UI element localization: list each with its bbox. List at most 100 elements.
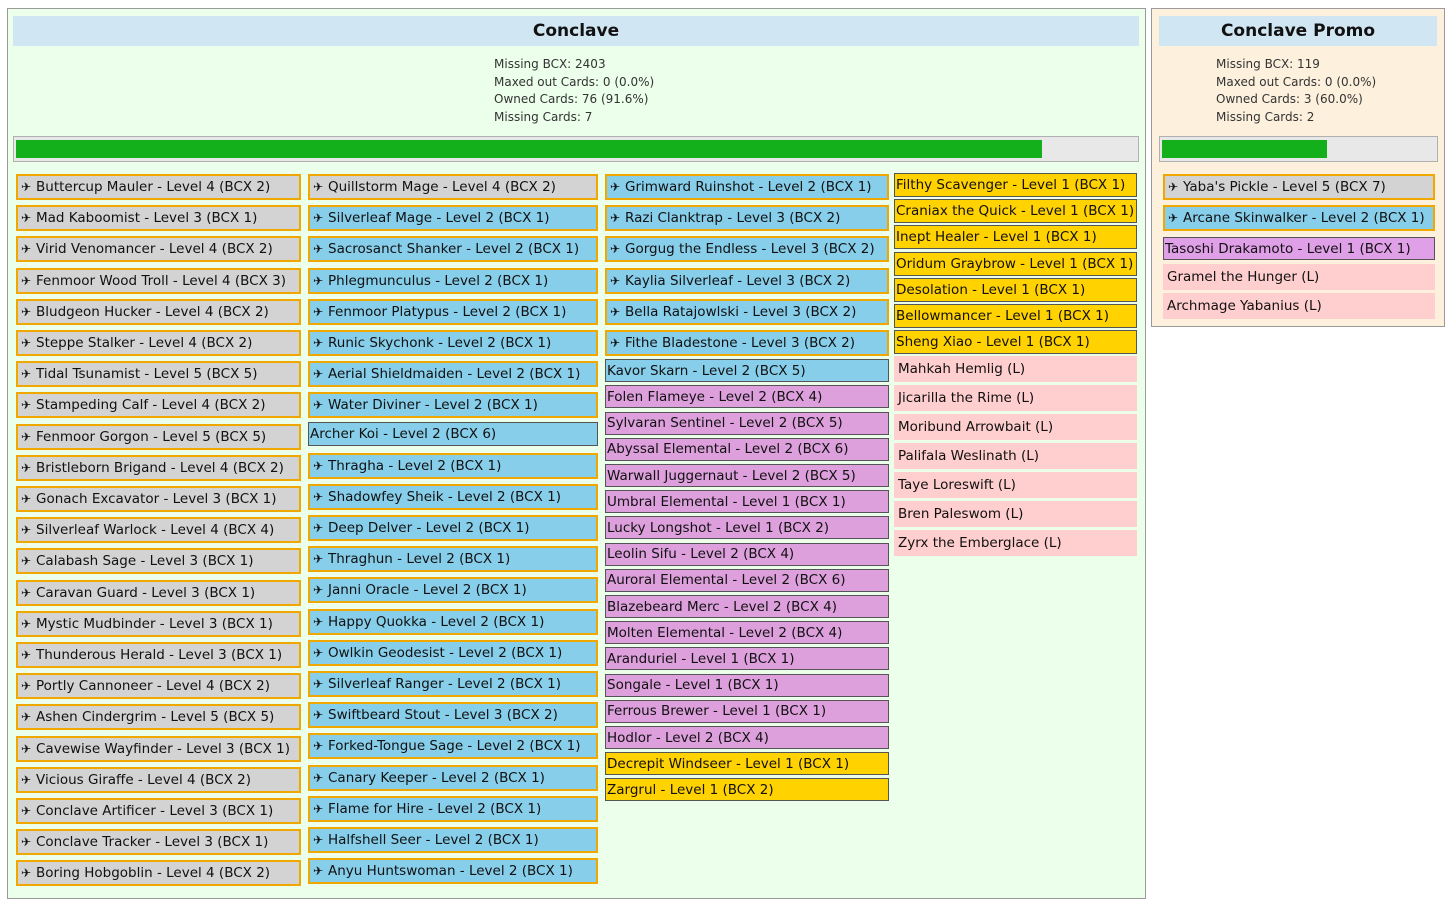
- card-item[interactable]: ✈ Halfshell Seer - Level 2 (BCX 1): [308, 827, 598, 853]
- pushpin-icon[interactable]: ✈: [18, 461, 34, 475]
- card-item[interactable]: Songale - Level 1 (BCX 1): [605, 673, 889, 697]
- card-item[interactable]: ✈ Flame for Hire - Level 2 (BCX 1): [308, 795, 598, 822]
- card-item[interactable]: Taye Loreswift (L): [894, 472, 1137, 498]
- card-item[interactable]: Bellowmancer - Level 1 (BCX 1): [894, 304, 1137, 328]
- pushpin-icon[interactable]: ✈: [607, 242, 623, 256]
- card-item[interactable]: ✈ Fenmoor Platypus - Level 2 (BCX 1): [308, 298, 598, 325]
- card-item[interactable]: Bren Paleswom (L): [894, 500, 1137, 527]
- pushpin-icon[interactable]: ✈: [18, 866, 34, 880]
- pushpin-icon[interactable]: ✈: [310, 521, 326, 535]
- card-item[interactable]: ✈ Stampeding Calf - Level 4 (BCX 2): [16, 392, 301, 419]
- card-item[interactable]: ✈ Silverleaf Warlock - Level 4 (BCX 4): [16, 517, 301, 544]
- card-item[interactable]: ✈ Swiftbeard Stout - Level 3 (BCX 2): [308, 702, 598, 729]
- pushpin-icon[interactable]: ✈: [310, 305, 326, 319]
- pushpin-icon[interactable]: ✈: [18, 242, 34, 256]
- pushpin-icon[interactable]: ✈: [18, 773, 34, 787]
- pushpin-icon[interactable]: ✈: [18, 430, 34, 444]
- card-item[interactable]: ✈ Gonach Excavator - Level 3 (BCX 1): [16, 486, 301, 512]
- card-item[interactable]: Filthy Scavenger - Level 1 (BCX 1): [894, 173, 1137, 197]
- card-item[interactable]: ✈ Sacrosanct Shanker - Level 2 (BCX 1): [308, 236, 598, 263]
- pushpin-icon[interactable]: ✈: [310, 336, 326, 350]
- pushpin-icon[interactable]: ✈: [18, 710, 34, 724]
- pushpin-icon[interactable]: ✈: [607, 305, 623, 319]
- card-item[interactable]: ✈ Deep Delver - Level 2 (BCX 1): [308, 515, 598, 541]
- card-item[interactable]: Gramel the Hunger (L): [1163, 264, 1435, 290]
- card-item[interactable]: ✈ Grimward Ruinshot - Level 2 (BCX 1): [605, 174, 889, 200]
- card-item[interactable]: ✈ Water Diviner - Level 2 (BCX 1): [308, 392, 598, 419]
- pushpin-icon[interactable]: ✈: [310, 833, 326, 847]
- pushpin-icon[interactable]: ✈: [310, 708, 326, 722]
- card-item[interactable]: ✈ Calabash Sage - Level 3 (BCX 1): [16, 548, 301, 575]
- pushpin-icon[interactable]: ✈: [310, 274, 326, 288]
- card-item[interactable]: ✈ Virid Venomancer - Level 4 (BCX 2): [16, 236, 301, 263]
- card-item[interactable]: ✈ Shadowfey Sheik - Level 2 (BCX 1): [308, 483, 598, 510]
- card-item[interactable]: Mahkah Hemlig (L): [894, 356, 1137, 383]
- card-item[interactable]: ✈ Silverleaf Ranger - Level 2 (BCX 1): [308, 671, 598, 697]
- card-item[interactable]: Tasoshi Drakamoto - Level 1 (BCX 1): [1163, 237, 1435, 260]
- card-item[interactable]: ✈ Forked-Tongue Sage - Level 2 (BCX 1): [308, 733, 598, 760]
- card-item[interactable]: ✈ Cavewise Wayfinder - Level 3 (BCX 1): [16, 735, 301, 762]
- pushpin-icon[interactable]: ✈: [310, 615, 326, 629]
- card-item[interactable]: ✈ Conclave Artificer - Level 3 (BCX 1): [16, 798, 301, 824]
- card-item[interactable]: ✈ Happy Quokka - Level 2 (BCX 1): [308, 608, 598, 635]
- pushpin-icon[interactable]: ✈: [18, 586, 34, 600]
- pushpin-icon[interactable]: ✈: [18, 742, 34, 756]
- card-item[interactable]: Zargrul - Level 1 (BCX 2): [605, 778, 889, 802]
- card-item[interactable]: Inept Healer - Level 1 (BCX 1): [894, 225, 1137, 250]
- pushpin-icon[interactable]: ✈: [1165, 211, 1181, 225]
- pushpin-icon[interactable]: ✈: [607, 336, 623, 350]
- card-item[interactable]: Hodlor - Level 2 (BCX 4): [605, 726, 889, 749]
- card-item[interactable]: ✈ Gorgug the Endless - Level 3 (BCX 2): [605, 236, 889, 263]
- card-item[interactable]: Jicarilla the Rime (L): [894, 385, 1137, 412]
- card-item[interactable]: ✈ Thraghun - Level 2 (BCX 1): [308, 546, 598, 573]
- pushpin-icon[interactable]: ✈: [607, 274, 623, 288]
- pushpin-icon[interactable]: ✈: [310, 242, 326, 256]
- card-item[interactable]: Warwall Juggernaut - Level 2 (BCX 5): [605, 464, 889, 487]
- pushpin-icon[interactable]: ✈: [18, 211, 34, 225]
- card-item[interactable]: Sylvaran Sentinel - Level 2 (BCX 5): [605, 411, 889, 435]
- pushpin-icon[interactable]: ✈: [18, 648, 34, 662]
- card-item[interactable]: Aranduriel - Level 1 (BCX 1): [605, 647, 889, 671]
- card-item[interactable]: ✈ Phlegmunculus - Level 2 (BCX 1): [308, 267, 598, 294]
- pushpin-icon[interactable]: ✈: [18, 492, 34, 506]
- card-item[interactable]: Abyssal Elemental - Level 2 (BCX 6): [605, 437, 889, 461]
- card-item[interactable]: Decrepit Windseer - Level 1 (BCX 1): [605, 752, 889, 776]
- card-item[interactable]: ✈ Mad Kaboomist - Level 3 (BCX 1): [16, 205, 301, 232]
- pushpin-icon[interactable]: ✈: [18, 336, 34, 350]
- card-item[interactable]: ✈ Runic Skychonk - Level 2 (BCX 1): [308, 330, 598, 356]
- pushpin-icon[interactable]: ✈: [310, 583, 326, 597]
- card-item[interactable]: Folen Flameye - Level 2 (BCX 4): [605, 385, 889, 409]
- card-item[interactable]: Molten Elemental - Level 2 (BCX 4): [605, 621, 889, 645]
- card-item[interactable]: Oridum Graybrow - Level 1 (BCX 1): [894, 251, 1137, 276]
- pushpin-icon[interactable]: ✈: [18, 554, 34, 568]
- card-item[interactable]: Umbral Elemental - Level 1 (BCX 1): [605, 490, 889, 514]
- pushpin-icon[interactable]: ✈: [18, 523, 34, 537]
- pushpin-icon[interactable]: ✈: [310, 490, 326, 504]
- pushpin-icon[interactable]: ✈: [18, 305, 34, 319]
- card-item[interactable]: Moribund Arrowbait (L): [894, 414, 1137, 441]
- card-item[interactable]: ✈ Steppe Stalker - Level 4 (BCX 2): [16, 330, 301, 356]
- pushpin-icon[interactable]: ✈: [1165, 180, 1181, 194]
- pushpin-icon[interactable]: ✈: [310, 180, 326, 194]
- card-item[interactable]: Archmage Yabanius (L): [1163, 293, 1435, 319]
- card-item[interactable]: Craniax the Quick - Level 1 (BCX 1): [894, 199, 1137, 224]
- card-item[interactable]: ✈ Quillstorm Mage - Level 4 (BCX 2): [308, 174, 598, 200]
- pushpin-icon[interactable]: ✈: [18, 398, 34, 412]
- pushpin-icon[interactable]: ✈: [310, 367, 326, 381]
- card-item[interactable]: ✈ Tidal Tsunamist - Level 5 (BCX 5): [16, 361, 301, 388]
- pushpin-icon[interactable]: ✈: [18, 835, 34, 849]
- card-item[interactable]: ✈ Boring Hobgoblin - Level 4 (BCX 2): [16, 860, 301, 887]
- card-item[interactable]: ✈ Razi Clanktrap - Level 3 (BCX 2): [605, 205, 889, 232]
- card-item[interactable]: Zyrx the Emberglace (L): [894, 529, 1137, 556]
- pushpin-icon[interactable]: ✈: [607, 180, 623, 194]
- card-item[interactable]: ✈ Fithe Bladestone - Level 3 (BCX 2): [605, 330, 889, 356]
- card-item[interactable]: Ferrous Brewer - Level 1 (BCX 1): [605, 699, 889, 723]
- card-item[interactable]: ✈ Conclave Tracker - Level 3 (BCX 1): [16, 829, 301, 856]
- pushpin-icon[interactable]: ✈: [18, 367, 34, 381]
- card-item[interactable]: ✈ Bludgeon Hucker - Level 4 (BCX 2): [16, 298, 301, 325]
- card-item[interactable]: ✈ Owlkin Geodesist - Level 2 (BCX 1): [308, 639, 598, 666]
- card-item[interactable]: Sheng Xiao - Level 1 (BCX 1): [894, 330, 1137, 355]
- card-item[interactable]: Archer Koi - Level 2 (BCX 6): [308, 421, 598, 446]
- card-item[interactable]: ✈ Arcane Skinwalker - Level 2 (BCX 1): [1163, 205, 1435, 231]
- pushpin-icon[interactable]: ✈: [607, 211, 623, 225]
